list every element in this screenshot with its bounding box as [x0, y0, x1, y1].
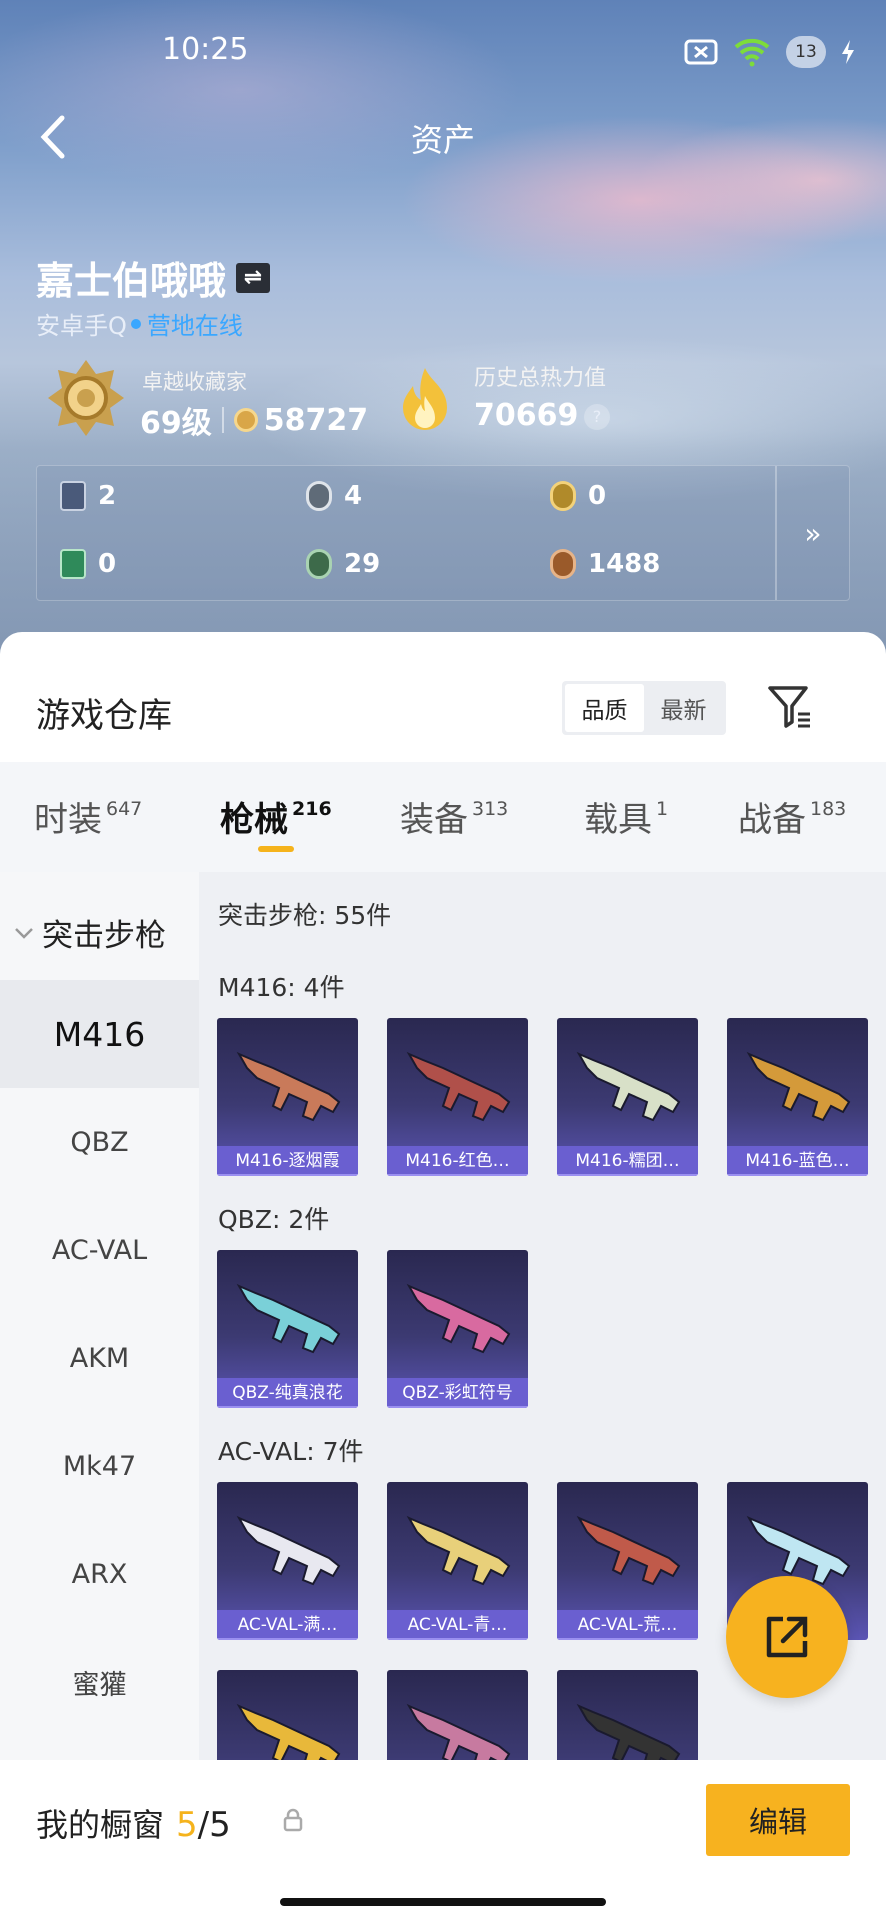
weapon-skin-card[interactable]: AC-VAL-荒…	[557, 1482, 698, 1640]
edit-showcase-button[interactable]: 编辑	[706, 1784, 850, 1856]
sim-off-icon	[684, 39, 718, 65]
showcase-title-row: 我的橱窗 5/5	[36, 1800, 231, 1846]
sidebar-item-qbz[interactable]: QBZ	[0, 1088, 199, 1196]
weapon-skin-card[interactable]: M416-逐烟霞	[217, 1018, 358, 1176]
stat-item: 2	[60, 481, 116, 511]
stat-item: 4	[306, 481, 362, 511]
rifle-image-icon	[576, 1051, 681, 1122]
bronze-coin-icon	[550, 549, 576, 579]
heat-value: 70669	[474, 398, 579, 433]
weapon-skin-label: AC-VAL-荒…	[557, 1610, 698, 1640]
warehouse-title: 游戏仓库	[36, 696, 172, 736]
switch-account-icon[interactable]: ⇌	[236, 262, 271, 293]
sidebar-item-honey-badger[interactable]: 蜜獾	[0, 1628, 199, 1736]
tab-gear[interactable]: 战备 183	[738, 792, 846, 841]
weapon-skin-label: M416-蓝色…	[727, 1146, 868, 1176]
sidebar-item-ac-val[interactable]: AC-VAL	[0, 1196, 199, 1304]
sidebar-item-arx[interactable]: ARX	[0, 1520, 199, 1628]
category-summary: 突击步枪: 55件	[218, 901, 392, 930]
weapon-skin-card[interactable]: AC-VAL-青…	[387, 1482, 528, 1640]
lock-icon	[283, 1808, 303, 1832]
sort-newest-button[interactable]: 最新	[644, 684, 723, 732]
stat-item: 0	[60, 549, 116, 579]
weapon-skin-label: M416-糯团…	[557, 1146, 698, 1176]
weapon-skin-label: AC-VAL-满…	[217, 1610, 358, 1640]
weapon-skin-card[interactable]: M416-糯团…	[557, 1018, 698, 1176]
currency-stats-panel[interactable]: »	[36, 465, 850, 601]
rifle-image-icon	[236, 1283, 341, 1354]
user-name: 嘉士伯哦哦	[36, 259, 227, 303]
tab-vehicles[interactable]: 载具 1	[584, 792, 668, 841]
weapon-sidebar: 突击步枪 M416 QBZ AC-VAL AKM Mk47 ARX 蜜獾	[0, 872, 199, 1760]
flame-icon	[403, 368, 447, 430]
online-dot-icon	[130, 318, 141, 329]
silver-coin-icon	[306, 481, 332, 511]
online-status: 营地在线	[146, 312, 243, 340]
rank-label: 卓越收藏家	[142, 370, 247, 394]
weapon-skin-label: QBZ-彩虹符号	[387, 1378, 528, 1408]
sidebar-group-assault-rifles[interactable]: 突击步枪	[14, 910, 166, 955]
gold-coin-icon	[550, 481, 576, 511]
weapon-skin-label: M416-逐烟霞	[217, 1146, 358, 1176]
sidebar-item-akm[interactable]: AKM	[0, 1304, 199, 1412]
card-icon	[60, 481, 86, 511]
rifle-image-icon	[746, 1051, 851, 1122]
green-card-icon	[60, 549, 86, 579]
tab-equipment[interactable]: 装备 313	[400, 792, 508, 841]
help-icon[interactable]: ?	[584, 404, 610, 430]
share-button[interactable]	[726, 1576, 848, 1698]
heat-label: 历史总热力值	[474, 366, 607, 391]
user-name-row: 嘉士伯哦哦 ⇌	[36, 250, 271, 305]
stat-item: 0	[550, 481, 606, 511]
section-title-ac-val: AC-VAL: 7件	[218, 1437, 364, 1466]
green-orb-icon	[306, 549, 332, 579]
status-bar: 10:25 13	[0, 32, 886, 72]
sidebar-item-m416[interactable]: M416	[0, 980, 199, 1088]
battery-indicator: 13	[786, 36, 826, 68]
user-subtitle: 安卓手Q 营地在线	[36, 306, 243, 341]
points-coin-icon	[233, 408, 258, 432]
filter-icon[interactable]	[766, 684, 814, 730]
collector-level: 69级	[140, 406, 212, 441]
section-title-qbz: QBZ: 2件	[218, 1205, 330, 1234]
rifle-image-icon	[406, 1515, 511, 1586]
wifi-icon	[734, 38, 770, 67]
chevron-down-icon	[15, 927, 33, 939]
weapon-skin-card[interactable]: AC-VAL-满…	[217, 1482, 358, 1640]
charging-icon	[842, 40, 854, 64]
tab-fashion[interactable]: 时装 647	[34, 792, 142, 841]
page-title: 资产	[410, 121, 475, 159]
weapon-skin-label: QBZ-纯真浪花	[217, 1378, 358, 1408]
sidebar-item-mk47[interactable]: Mk47	[0, 1412, 199, 1520]
rifle-image-icon	[406, 1051, 511, 1122]
rank-values: 69级 58727	[140, 398, 368, 442]
weapon-skin-card[interactable]: QBZ-纯真浪花	[217, 1250, 358, 1408]
rifle-image-icon	[236, 1051, 341, 1122]
weapon-skin-label: M416-红色…	[387, 1146, 528, 1176]
platform-label: 安卓手Q	[36, 312, 127, 340]
collector-points: 58727	[263, 402, 369, 438]
stat-item: 29	[306, 549, 380, 579]
weapon-skin-card[interactable]: QBZ-彩虹符号	[387, 1250, 528, 1408]
clock: 10:25	[162, 32, 249, 67]
showcase-count: 5/5	[176, 1805, 231, 1845]
rifle-image-icon	[576, 1515, 681, 1586]
weapon-skin-label: AC-VAL-青…	[387, 1610, 528, 1640]
sort-toggle[interactable]: 品质 最新	[562, 681, 726, 735]
weapon-skin-card[interactable]: M416-蓝色…	[727, 1018, 868, 1176]
rifle-image-icon	[236, 1515, 341, 1586]
home-indicator[interactable]	[280, 1898, 606, 1906]
weapon-skin-card[interactable]: M416-红色…	[387, 1018, 528, 1176]
showcase-title: 我的橱窗	[36, 1806, 165, 1844]
section-title-m416: M416: 4件	[218, 973, 345, 1002]
rifle-image-icon	[406, 1283, 511, 1354]
collector-medal-icon	[48, 360, 124, 436]
share-external-icon	[766, 1616, 808, 1658]
active-tab-indicator	[258, 846, 294, 852]
sort-quality-button[interactable]: 品质	[565, 684, 644, 732]
stat-item: 1488	[550, 549, 660, 579]
tab-weapons[interactable]: 枪械 216	[220, 792, 332, 852]
more-chevron-icon[interactable]: »	[775, 466, 849, 600]
